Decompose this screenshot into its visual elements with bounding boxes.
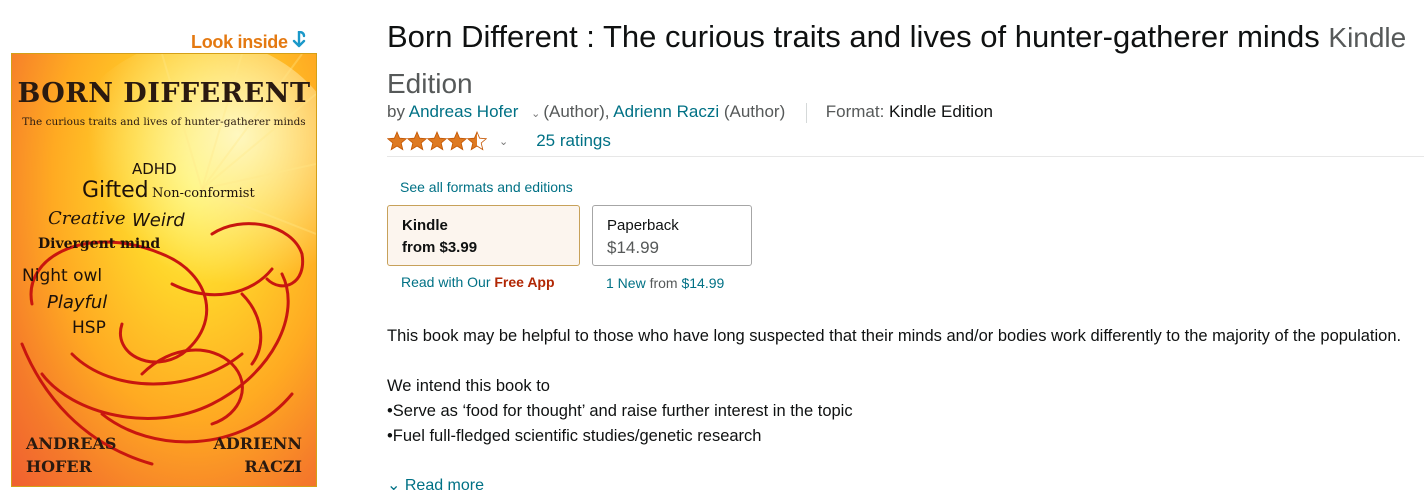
look-inside-link[interactable]: Look inside: [191, 30, 306, 54]
cover-word: Creative: [48, 208, 126, 229]
format-name: Paperback: [607, 217, 679, 234]
section-divider: [387, 156, 1424, 157]
format-label: Format:: [825, 102, 885, 121]
read-more-link[interactable]: ⌄ Read more: [387, 475, 484, 495]
cover-author-right: ADRIENN RACZI: [213, 434, 302, 476]
paperback-new-offers: 1 New from $14.99: [606, 275, 724, 291]
chevron-down-icon: ⌄: [387, 477, 405, 494]
author-link-andreas-hofer[interactable]: Andreas Hofer: [409, 102, 519, 121]
product-title: Born Different : The curious traits and …: [387, 14, 1417, 106]
cover-title: BORN DIFFERENT: [17, 78, 311, 109]
format-option-kindle[interactable]: Kindle from $3.99: [387, 205, 580, 266]
byline-divider: [806, 102, 807, 123]
cover-word: HSP: [72, 318, 106, 338]
look-inside-label: Look inside: [191, 32, 288, 52]
chevron-down-icon[interactable]: ⌄: [499, 135, 508, 148]
description-paragraph: This book may be helpful to those who ha…: [387, 327, 1402, 345]
free-app-label: Free App: [494, 274, 555, 290]
byline: by Andreas Hofer ⌄ (Author), Adrienn Racz…: [387, 102, 993, 123]
rating-row: ⌄ 25 ratings: [387, 130, 611, 152]
product-title-text: Born Different : The curious traits and …: [387, 19, 1320, 54]
cover-word: Non-conformist: [152, 186, 255, 201]
book-description: This book may be helpful to those who ha…: [387, 324, 1422, 449]
cover-word: Gifted: [82, 178, 149, 203]
curved-down-arrow-icon: [292, 30, 306, 54]
byline-by: by: [387, 102, 405, 121]
cover-word: Divergent mind: [38, 236, 161, 252]
from-label: from: [649, 275, 678, 291]
format-price: $14.99: [607, 238, 659, 257]
description-bullet: •Serve as ‘food for thought’ and raise f…: [387, 402, 853, 420]
book-cover-image[interactable]: BORN DIFFERENT The curious traits and li…: [11, 53, 317, 487]
cover-word: Playful: [47, 292, 108, 313]
author-role: (Author): [723, 102, 786, 121]
cover-subtitle: The curious traits and lives of hunter-g…: [22, 116, 306, 128]
format-price: from $3.99: [402, 239, 478, 256]
description-paragraph: We intend this book to: [387, 377, 550, 395]
description-fade-overlay: [387, 445, 1424, 485]
format-name: Kindle: [402, 217, 448, 234]
format-option-paperback[interactable]: Paperback $14.99: [592, 205, 752, 266]
new-offers-price-link[interactable]: $14.99: [681, 275, 724, 291]
ratings-count-link[interactable]: 25 ratings: [536, 131, 611, 151]
see-all-formats-link[interactable]: See all formats and editions: [400, 179, 573, 195]
description-bullet: •Fuel full-fledged scientific studies/ge…: [387, 427, 762, 445]
author-role: (Author),: [543, 102, 610, 121]
format-value: Kindle Edition: [889, 102, 993, 121]
cover-word: Night owl: [22, 266, 103, 286]
new-offers-link[interactable]: 1 New: [606, 275, 646, 291]
chevron-down-icon[interactable]: ⌄: [531, 108, 540, 120]
read-with-free-app-link[interactable]: Read with Our Free App: [401, 274, 555, 290]
cover-author-left: ANDREAS HOFER: [26, 434, 117, 476]
cover-word: ADHD: [132, 160, 177, 178]
cover-word: Weird: [132, 210, 185, 231]
author-link-adrienn-raczi[interactable]: Adrienn Raczi: [613, 102, 719, 121]
read-app-prefix: Read with Our: [401, 274, 491, 290]
star-rating[interactable]: [387, 130, 487, 152]
star-rating-icon: [387, 131, 487, 151]
